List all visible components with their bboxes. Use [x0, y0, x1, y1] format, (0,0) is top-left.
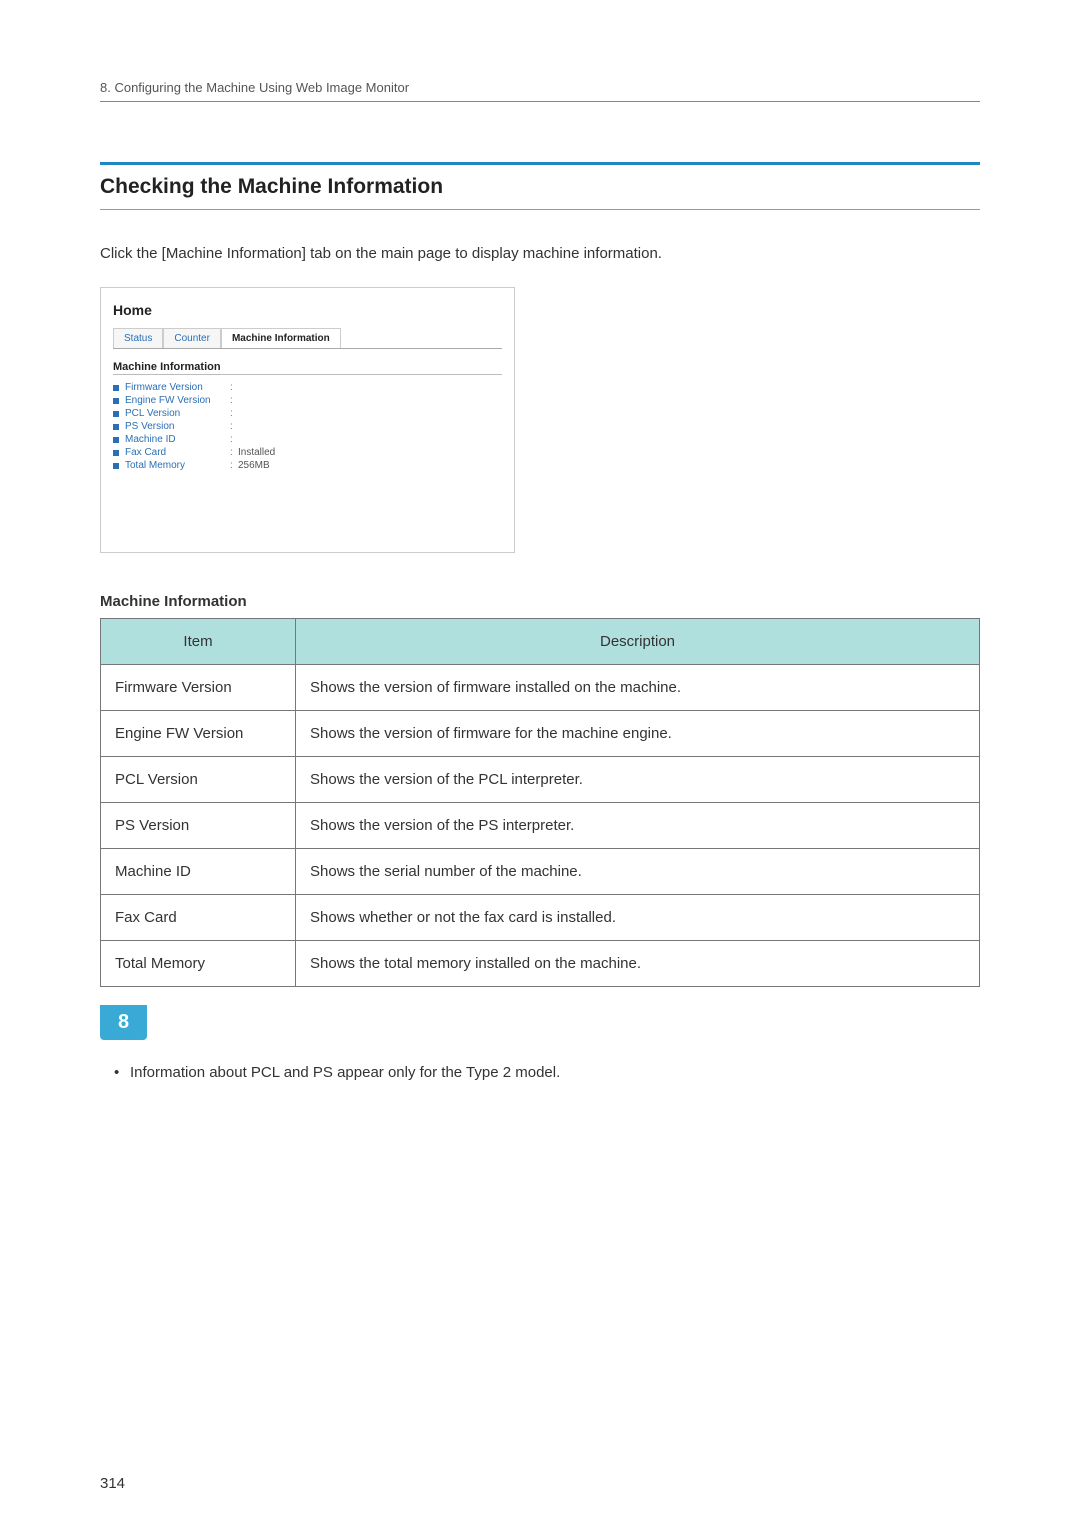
screenshot-home-label: Home	[113, 302, 502, 318]
screenshot-section-header: Machine Information	[113, 361, 502, 375]
table-cell-description: Shows the version of the PS interpreter.	[296, 803, 980, 849]
screenshot-row-label: PCL Version	[125, 408, 230, 419]
screenshot-row-sep: :	[230, 460, 238, 471]
page-number: 314	[100, 1475, 125, 1492]
bullet-icon	[113, 450, 119, 456]
bullet-icon	[113, 437, 119, 443]
table-row: Total MemoryShows the total memory insta…	[101, 941, 980, 987]
screenshot-row: Engine FW Version:	[113, 394, 502, 407]
table-header-description: Description	[296, 619, 980, 665]
section-title: Checking the Machine Information	[100, 162, 980, 210]
table-title: Machine Information	[100, 593, 980, 610]
screenshot-row-label: PS Version	[125, 421, 230, 432]
screenshot-rows: Firmware Version:Engine FW Version:PCL V…	[113, 381, 502, 472]
screenshot-row-sep: :	[230, 395, 238, 406]
page-header: 8. Configuring the Machine Using Web Ima…	[100, 80, 980, 102]
table-cell-item: Engine FW Version	[101, 711, 296, 757]
screenshot-row-sep: :	[230, 408, 238, 419]
bullet-icon	[113, 411, 119, 417]
table-cell-description: Shows the serial number of the machine.	[296, 849, 980, 895]
screenshot-row: Total Memory:256MB	[113, 459, 502, 472]
screenshot-row: PCL Version:	[113, 407, 502, 420]
screenshot-panel: Home Status Counter Machine Information …	[100, 287, 515, 553]
screenshot-row-sep: :	[230, 421, 238, 432]
intro-text: Click the [Machine Information] tab on t…	[100, 245, 980, 262]
table-cell-description: Shows whether or not the fax card is ins…	[296, 895, 980, 941]
tab-machine-information[interactable]: Machine Information	[221, 328, 341, 348]
tab-status[interactable]: Status	[113, 328, 163, 348]
screenshot-row-label: Firmware Version	[125, 382, 230, 393]
table-row: Machine IDShows the serial number of the…	[101, 849, 980, 895]
note-text: Information about PCL and PS appear only…	[100, 1064, 980, 1081]
screenshot-row-sep: :	[230, 382, 238, 393]
screenshot-row-label: Fax Card	[125, 447, 230, 458]
machine-information-table: Item Description Firmware VersionShows t…	[100, 618, 980, 987]
table-cell-description: Shows the version of the PCL interpreter…	[296, 757, 980, 803]
screenshot-row: PS Version:	[113, 420, 502, 433]
screenshot-row: Machine ID:	[113, 433, 502, 446]
screenshot-row-sep: :	[230, 447, 238, 458]
bullet-icon	[113, 463, 119, 469]
tab-counter[interactable]: Counter	[163, 328, 221, 348]
table-cell-description: Shows the total memory installed on the …	[296, 941, 980, 987]
screenshot-row-value: 256MB	[238, 460, 270, 471]
screenshot-row-label: Machine ID	[125, 434, 230, 445]
screenshot-row-label: Engine FW Version	[125, 395, 230, 406]
bullet-icon	[113, 385, 119, 391]
table-row: PCL VersionShows the version of the PCL …	[101, 757, 980, 803]
screenshot-row-value: Installed	[238, 447, 275, 458]
table-row: PS VersionShows the version of the PS in…	[101, 803, 980, 849]
table-cell-item: Machine ID	[101, 849, 296, 895]
table-row: Fax CardShows whether or not the fax car…	[101, 895, 980, 941]
screenshot-row: Fax Card:Installed	[113, 446, 502, 459]
table-row: Engine FW VersionShows the version of fi…	[101, 711, 980, 757]
table-cell-item: Fax Card	[101, 895, 296, 941]
table-cell-description: Shows the version of firmware for the ma…	[296, 711, 980, 757]
table-cell-item: Total Memory	[101, 941, 296, 987]
table-cell-item: Firmware Version	[101, 665, 296, 711]
screenshot-tabs: Status Counter Machine Information	[113, 328, 502, 349]
bullet-icon	[113, 398, 119, 404]
chapter-tab: 8	[100, 1005, 147, 1040]
bullet-icon	[113, 424, 119, 430]
table-header-item: Item	[101, 619, 296, 665]
table-row: Firmware VersionShows the version of fir…	[101, 665, 980, 711]
screenshot-row: Firmware Version:	[113, 381, 502, 394]
screenshot-row-sep: :	[230, 434, 238, 445]
table-cell-description: Shows the version of firmware installed …	[296, 665, 980, 711]
table-cell-item: PCL Version	[101, 757, 296, 803]
table-cell-item: PS Version	[101, 803, 296, 849]
screenshot-row-label: Total Memory	[125, 460, 230, 471]
